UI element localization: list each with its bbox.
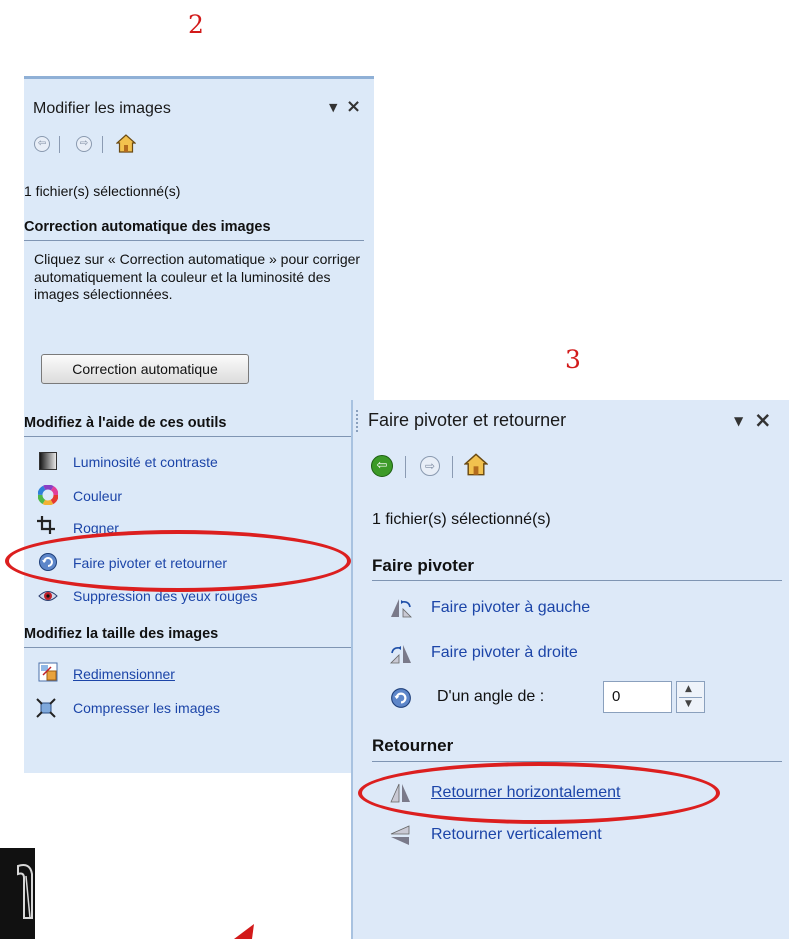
flip-horizontal-label[interactable]: Retourner horizontalement [431,784,620,802]
nav-separator [405,456,406,478]
auto-correct-heading: Correction automatique des images [24,219,271,235]
section-divider [24,647,364,648]
compress-icon [36,698,56,718]
selection-status: 1 fichier(s) sélectionné(s) [372,511,551,528]
size-heading: Modifiez la taille des images [24,626,219,642]
flip-vertical-label[interactable]: Retourner verticalement [431,826,602,844]
size-item-label[interactable]: Compresser les images [73,700,220,716]
angle-spinner[interactable]: ▲ ▼ [676,681,705,713]
spin-divider [679,697,702,698]
rotate-right-label[interactable]: Faire pivoter à droite [431,644,578,662]
step-number-3: 3 [565,345,581,374]
spin-up-icon[interactable]: ▲ [685,684,692,694]
edit-pictures-pane: Modifier les images ▼ × ⇦ ⇨ 1 fichier(s)… [24,76,374,773]
angle-label: D'un angle de : [437,688,545,705]
section-divider [372,761,782,762]
red-eye-icon [38,591,58,601]
nav-separator [59,136,60,153]
tool-label[interactable]: Suppression des yeux rouges [73,588,257,604]
auto-correct-button[interactable]: Correction automatique [41,354,249,384]
pane-title: Modifier les images [33,100,171,117]
angle-input[interactable]: 0 [603,681,672,713]
crop-icon [37,516,55,534]
color-wheel-icon [38,485,58,505]
image-thumbnail [0,848,35,939]
resize-icon [38,662,58,682]
home-icon[interactable] [464,453,488,476]
rotate-left-icon [391,599,412,618]
section-divider [372,580,782,581]
thumbnail-figure [17,864,33,919]
rotate-icon [39,553,57,571]
spin-down-icon[interactable]: ▼ [685,699,692,709]
nav-separator [452,456,453,478]
rotate-right-icon [390,645,411,664]
flip-vertical-icon [390,825,410,845]
back-icon[interactable]: ⇦ [371,455,393,477]
selection-status: 1 fichier(s) sélectionné(s) [24,183,181,199]
home-icon[interactable] [116,134,136,153]
size-item-label[interactable]: Redimensionner [73,666,175,682]
tool-label[interactable]: Luminosité et contraste [73,454,218,470]
tool-label[interactable]: Faire pivoter et retourner [73,555,227,571]
auto-correct-description: Cliquez sur « Correction automatique » p… [34,251,361,302]
step-number-2: 2 [188,10,204,39]
pane-menu-dropdown-icon[interactable]: ▼ [329,101,337,114]
forward-icon[interactable]: ⇨ [76,136,92,152]
tools-heading: Modifiez à l'aide de ces outils [24,415,227,431]
brightness-contrast-icon [39,452,57,470]
tool-label[interactable]: Couleur [73,488,122,504]
pane-grip[interactable] [356,410,360,432]
pane-close-icon[interactable]: × [346,96,361,117]
rotate-angle-icon [391,688,411,708]
rotate-heading: Faire pivoter [372,556,475,575]
forward-icon[interactable]: ⇨ [420,456,440,476]
rotate-left-label[interactable]: Faire pivoter à gauche [431,599,590,617]
red-arrow-pointer [234,924,254,939]
back-icon[interactable]: ⇦ [34,136,50,152]
pane-close-icon[interactable]: × [754,408,772,432]
pane-title: Faire pivoter et retourner [368,410,567,430]
section-divider [24,436,364,437]
pane-menu-dropdown-icon[interactable]: ▼ [734,414,743,428]
flip-horizontal-icon [390,783,410,803]
flip-heading: Retourner [372,736,454,755]
rotate-flip-pane: Faire pivoter et retourner ▼ × ⇦ ⇨ 1 fic… [351,400,789,939]
section-divider [24,240,364,241]
nav-separator [102,136,103,153]
tool-label[interactable]: Rogner [73,520,119,536]
